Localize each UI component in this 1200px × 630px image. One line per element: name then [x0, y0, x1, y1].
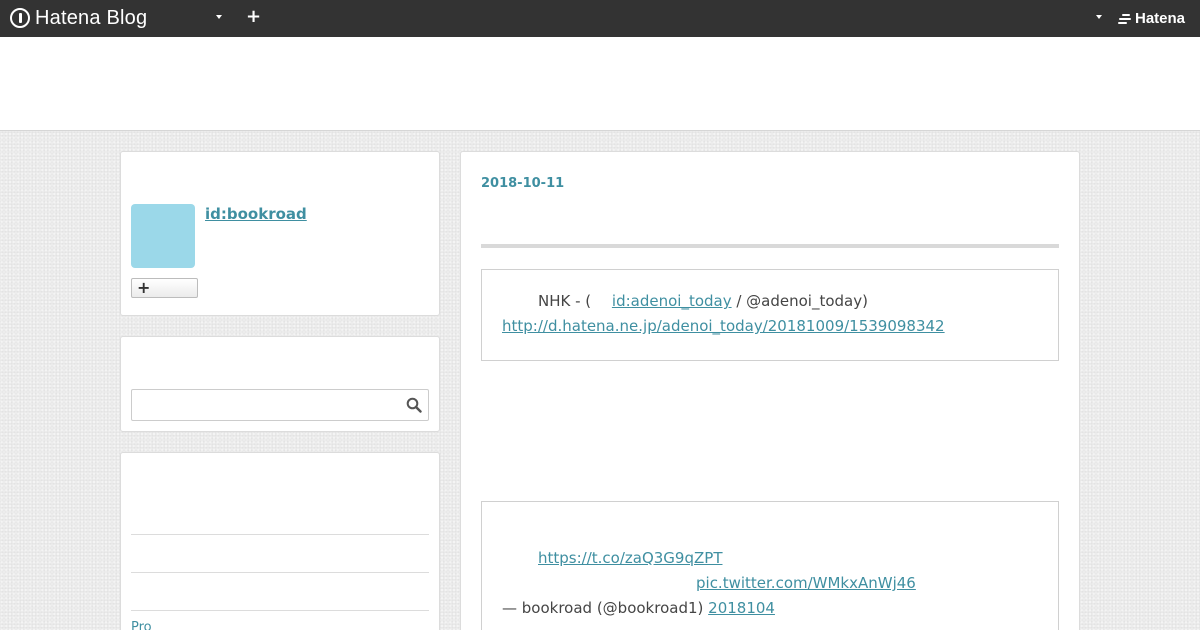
tweet-attribution-line: — bookroad (@bookroad1) 2018104	[502, 598, 775, 618]
hatena-text: Hatena	[1135, 10, 1186, 27]
profile-id-link[interactable]: id:bookroad	[205, 205, 307, 223]
archive-divider	[131, 610, 429, 611]
quote-suffix: / @adenoi_today)	[731, 292, 868, 310]
tweet-date-link[interactable]: 2018104	[708, 599, 775, 617]
hatena-logo[interactable]: Hatena	[1118, 10, 1185, 27]
logo-text: Hatena Blog	[35, 6, 148, 29]
tweet-image-link[interactable]: pic.twitter.com/WMkxAnWj46	[696, 573, 916, 593]
blog-header	[0, 37, 1200, 131]
quote-prefix: NHK - (	[538, 292, 596, 310]
quote-box: NHK - ( id:adenoi_today / @adenoi_today)…	[481, 269, 1059, 361]
author-link[interactable]: id:adenoi_today	[612, 292, 732, 310]
entry-date[interactable]: 2018-10-11	[481, 176, 564, 191]
plus-icon[interactable]: +	[246, 7, 261, 27]
avatar[interactable]	[131, 204, 195, 268]
tweet-link[interactable]: https://t.co/zaQ3G9qZPT	[538, 548, 722, 568]
entry-article: 2018-10-11 NHK - ( id:adenoi_today / @ad…	[460, 151, 1080, 630]
follow-button[interactable]: +	[131, 278, 198, 298]
hatena-blog-logo-icon	[10, 8, 30, 28]
tweet-attribution: — bookroad (@bookroad1)	[502, 599, 704, 617]
hatena-logo-icon	[1118, 13, 1132, 25]
tweet-embed: https://t.co/zaQ3G9qZPT pic.twitter.com/…	[481, 501, 1059, 630]
chevron-down-icon[interactable]	[216, 15, 222, 19]
search-icon[interactable]	[406, 397, 422, 413]
chevron-down-icon[interactable]	[1096, 15, 1102, 19]
archive-divider	[131, 572, 429, 573]
search-input[interactable]	[132, 390, 402, 420]
archive-divider	[131, 534, 429, 535]
profile-module: id:bookroad +	[120, 151, 440, 316]
archive-module: Pro	[120, 452, 440, 630]
entry-title-divider	[481, 244, 1059, 248]
archive-pro-link[interactable]: Pro	[131, 620, 152, 630]
search-module	[120, 336, 440, 432]
plus-icon: +	[137, 278, 151, 297]
quote-line: NHK - ( id:adenoi_today / @adenoi_today)	[538, 291, 868, 311]
search-box	[131, 389, 429, 421]
quote-url-link[interactable]: http://d.hatena.ne.jp/adenoi_today/20181…	[502, 316, 945, 336]
hatena-blog-logo[interactable]: Hatena Blog	[10, 7, 147, 29]
global-header: Hatena Blog + Hatena	[0, 0, 1200, 37]
